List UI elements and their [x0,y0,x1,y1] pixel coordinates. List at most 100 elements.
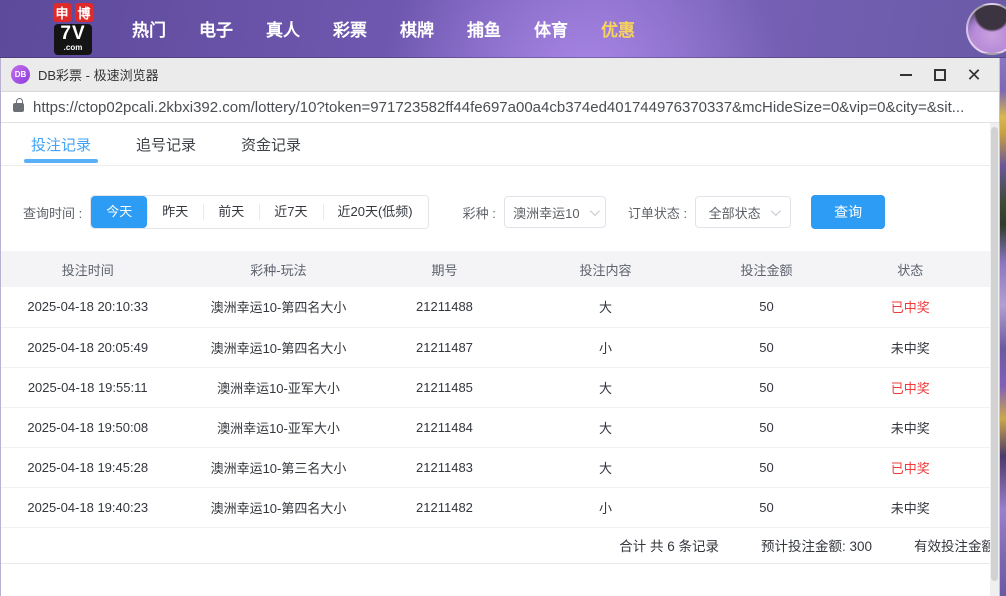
nav-item-live[interactable]: 真人 [266,16,300,41]
cell-bet-time: 2025-04-18 19:55:11 [1,367,174,407]
nav-item-promo[interactable]: 优惠 [601,16,635,41]
cell-bet-time: 2025-04-18 20:05:49 [1,327,174,367]
cell-bet-content: 大 [506,367,704,407]
header-bet-amount: 投注金额 [705,251,829,287]
time-option-daybefore[interactable]: 前天 [203,196,259,228]
chevron-down-icon [771,206,781,216]
lottery-filter-label: 彩种 : [463,203,496,222]
cell-bet-content: 大 [506,287,704,327]
header-issue: 期号 [383,251,507,287]
table-row: 2025-04-18 20:10:33 澳洲幸运10-第四名大小 2121148… [1,287,992,327]
cell-bet-content: 大 [506,407,704,447]
cell-lottery-play: 澳洲幸运10-亚军大小 [174,407,382,447]
cell-bet-time: 2025-04-18 19:50:08 [1,407,174,447]
cell-issue: 21211485 [383,367,507,407]
cell-bet-time: 2025-04-18 19:40:23 [1,487,174,527]
cell-bet-amount: 50 [705,327,829,367]
nav-item-lottery[interactable]: 彩票 [333,16,367,41]
url-bar[interactable]: https://ctop02pcali.2kbxi392.com/lottery… [1,92,999,123]
status-badge: 已中奖 [828,367,992,407]
cell-bet-amount: 50 [705,367,829,407]
summary-bar: 合计 共 6 条记录 预计投注金额: 300 有效投注金额 [1,528,990,564]
browser-window: DB DB彩票 - 极速浏览器 ✕ https://ctop02pcali.2k… [0,58,1000,596]
status-badge: 未中奖 [828,487,992,527]
record-tabs: 投注记录 追号记录 资金记录 [1,123,990,166]
scrollbar[interactable] [990,123,999,596]
lock-icon [13,103,24,112]
filter-bar: 查询时间 : 今天 昨天 前天 近7天 近20天(低频) 彩种 : 澳洲幸运10… [23,195,999,229]
summary-total-records: 合计 共 6 条记录 [619,535,719,555]
logo-badge-left: 申 [53,3,72,22]
site-nav-menu: 热门 电子 真人 彩票 棋牌 捕鱼 体育 优惠 [132,16,635,41]
header-bet-content: 投注内容 [506,251,704,287]
status-badge: 未中奖 [828,407,992,447]
header-bet-time: 投注时间 [1,251,174,287]
table-row: 2025-04-18 19:50:08 澳洲幸运10-亚军大小 21211484… [1,407,992,447]
status-badge: 已中奖 [828,287,992,327]
underlying-page-sliver [1000,58,1006,596]
nav-item-sports[interactable]: 体育 [534,16,568,41]
table-row: 2025-04-18 19:55:11 澳洲幸运10-亚军大小 21211485… [1,367,992,407]
cell-bet-amount: 50 [705,487,829,527]
time-filter-group: 今天 昨天 前天 近7天 近20天(低频) [90,195,428,229]
close-icon: ✕ [966,66,981,84]
page-content: 投注记录 追号记录 资金记录 查询时间 : 今天 昨天 前天 近7天 近20天(… [1,123,999,596]
time-option-yesterday[interactable]: 昨天 [147,196,203,228]
tab-chase-records[interactable]: 追号记录 [136,123,196,165]
lottery-select[interactable]: 澳洲幸运10 [504,196,606,228]
url-text: https://ctop02pcali.2kbxi392.com/lottery… [33,99,964,116]
site-logo[interactable]: 申 博 7V .com [40,3,106,55]
cell-issue: 21211488 [383,287,507,327]
search-button[interactable]: 查询 [811,195,885,229]
scrollbar-thumb[interactable] [991,127,998,581]
close-button[interactable]: ✕ [957,61,991,89]
time-option-7days[interactable]: 近7天 [259,196,322,228]
cell-bet-time: 2025-04-18 19:45:28 [1,447,174,487]
time-filter-label: 查询时间 : [23,203,82,222]
cell-lottery-play: 澳洲幸运10-第四名大小 [174,487,382,527]
maximize-button[interactable] [923,61,957,89]
nav-item-hot[interactable]: 热门 [132,16,166,41]
tab-fund-records[interactable]: 资金记录 [241,123,301,165]
cell-lottery-play: 澳洲幸运10-第四名大小 [174,287,382,327]
order-status-label: 订单状态 : [628,203,687,222]
cell-lottery-play: 澳洲幸运10-第三名大小 [174,447,382,487]
summary-valid-amount: 有效投注金额 [914,535,990,555]
table-header-row: 投注时间 彩种-玩法 期号 投注内容 投注金额 状态 [1,251,992,287]
cell-issue: 21211487 [383,327,507,367]
site-nav: 申 博 7V .com 热门 电子 真人 彩票 棋牌 捕鱼 体育 优惠 [0,0,1006,58]
cell-lottery-play: 澳洲幸运10-亚军大小 [174,367,382,407]
time-option-today[interactable]: 今天 [91,196,147,228]
nav-item-fishing[interactable]: 捕鱼 [467,16,501,41]
maximize-icon [934,69,946,81]
minimize-button[interactable] [889,61,923,89]
cell-issue: 21211482 [383,487,507,527]
header-lottery-play: 彩种-玩法 [174,251,382,287]
cell-bet-content: 大 [506,447,704,487]
lottery-select-value: 澳洲幸运10 [513,203,579,222]
cell-lottery-play: 澳洲幸运10-第四名大小 [174,327,382,367]
tab-bet-records[interactable]: 投注记录 [31,123,91,165]
logo-main: 7V .com [54,24,91,55]
time-option-20days[interactable]: 近20天(低频) [323,196,428,228]
order-status-select[interactable]: 全部状态 [695,196,791,228]
browser-app-icon: DB [11,65,30,84]
order-status-value: 全部状态 [709,203,761,222]
table-row: 2025-04-18 19:45:28 澳洲幸运10-第三名大小 2121148… [1,447,992,487]
cell-bet-amount: 50 [705,287,829,327]
table-row: 2025-04-18 20:05:49 澳洲幸运10-第四名大小 2121148… [1,327,992,367]
status-badge: 已中奖 [828,447,992,487]
status-badge: 未中奖 [828,327,992,367]
window-title-bar[interactable]: DB DB彩票 - 极速浏览器 ✕ [1,58,999,92]
cell-bet-amount: 50 [705,407,829,447]
cell-bet-time: 2025-04-18 20:10:33 [1,287,174,327]
minimize-icon [900,74,912,76]
cell-issue: 21211484 [383,407,507,447]
window-title: DB彩票 - 极速浏览器 [38,65,889,84]
user-avatar[interactable] [966,3,1006,55]
nav-item-slots[interactable]: 电子 [199,16,233,41]
table-row: 2025-04-18 19:40:23 澳洲幸运10-第四名大小 2121148… [1,487,992,527]
nav-item-chess[interactable]: 棋牌 [400,16,434,41]
cell-bet-content: 小 [506,487,704,527]
logo-text: 7V [60,23,85,44]
